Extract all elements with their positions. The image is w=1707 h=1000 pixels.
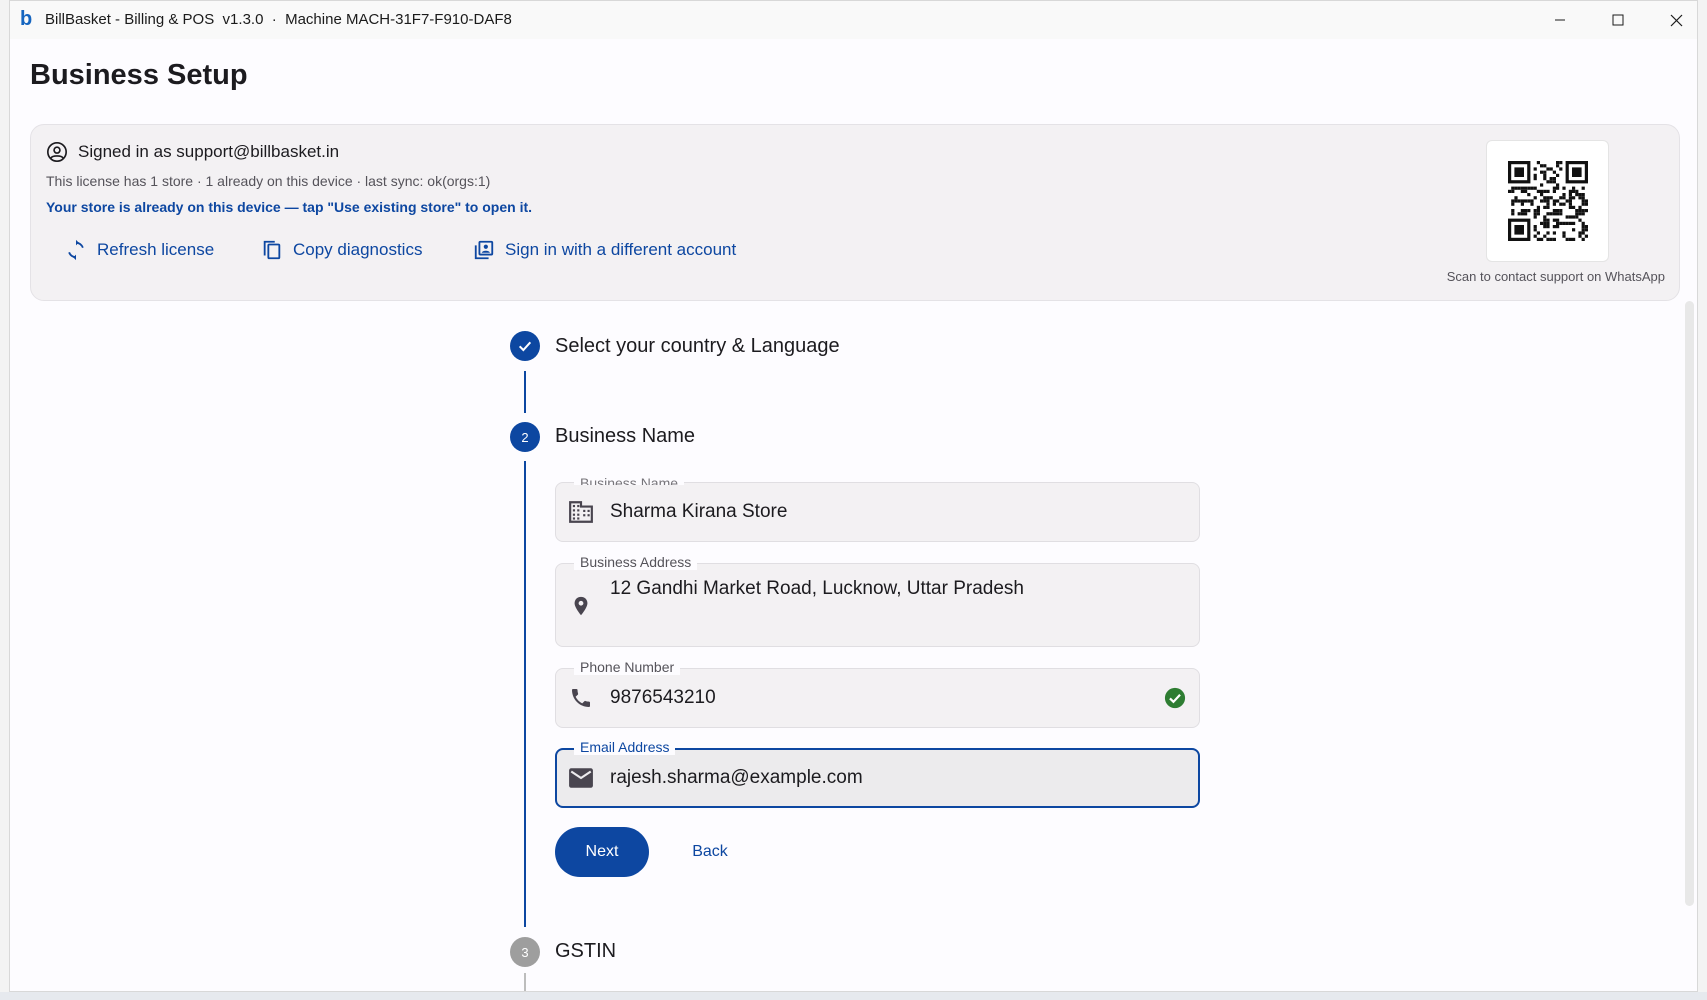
close-icon <box>1670 14 1682 26</box>
business-name-input[interactable] <box>610 501 1170 523</box>
business-address-field[interactable]: Business Address 12 Gandhi Market Road, … <box>555 554 1200 647</box>
business-name-field[interactable]: Business Name <box>555 475 1200 542</box>
location-pin-icon <box>568 593 594 619</box>
phone-number-field[interactable]: Phone Number <box>555 659 1200 728</box>
building-icon <box>568 499 594 525</box>
business-address-label: Business Address <box>574 554 698 570</box>
qr-caption: Scan to contact support on WhatsApp <box>1446 269 1665 284</box>
email-address-label: Email Address <box>574 739 676 755</box>
step-2-title[interactable]: Business Name <box>555 425 695 448</box>
business-address-input[interactable]: 12 Gandhi Market Road, Lucknow, Uttar Pr… <box>610 578 1170 600</box>
switch-account-label: Sign in with a different account <box>505 240 737 259</box>
app-logo-icon: b <box>20 8 33 30</box>
refresh-license-button[interactable]: Refresh license <box>65 233 214 267</box>
back-button[interactable]: Back <box>675 827 745 877</box>
copy-icon <box>263 240 281 260</box>
signed-in-row: Signed in as support@billbasket.in <box>46 141 339 163</box>
window-title: BillBasket - Billing & POS v1.3.0 · Mach… <box>45 11 512 28</box>
app-window: b BillBasket - Billing & POS v1.3.0 · Ma… <box>9 0 1698 992</box>
step-1-done[interactable] <box>510 331 540 361</box>
minimize-button[interactable] <box>1531 1 1589 39</box>
mail-icon <box>568 765 594 791</box>
refresh-icon <box>68 239 84 261</box>
phone-number-label: Phone Number <box>574 659 681 675</box>
page-title: Business Setup <box>30 59 248 91</box>
qr-code-icon <box>1507 161 1588 241</box>
maximize-icon <box>1612 14 1624 26</box>
email-address-input[interactable] <box>610 767 1170 789</box>
step-3-title[interactable]: GSTIN <box>555 940 616 963</box>
refresh-license-label: Refresh license <box>97 240 215 259</box>
step-1-title[interactable]: Select your country & Language <box>555 335 840 358</box>
email-address-field[interactable]: Email Address <box>555 739 1200 808</box>
account-circle-icon <box>47 142 67 162</box>
whatsapp-qr-code <box>1486 140 1609 262</box>
step-connector-1 <box>524 371 526 413</box>
existing-store-notice: Your store is already on this device — t… <box>46 199 533 215</box>
signed-in-text: Signed in as support@billbasket.in <box>78 142 340 161</box>
phone-number-input[interactable] <box>610 687 1170 709</box>
next-button[interactable]: Next <box>555 827 649 877</box>
step-connector-2 <box>524 461 526 927</box>
switch-account-button[interactable]: Sign in with a different account <box>473 233 736 267</box>
copy-diagnostics-button[interactable]: Copy diagnostics <box>261 233 422 267</box>
phone-icon <box>568 685 594 711</box>
switch-account-icon <box>474 240 494 260</box>
license-info: This license has 1 store · 1 already on … <box>46 173 491 189</box>
step-connector-3 <box>524 973 526 991</box>
step-3-pending[interactable]: 3 <box>510 937 540 967</box>
business-name-label: Business Name <box>574 475 685 485</box>
minimize-icon <box>1555 19 1565 21</box>
valid-check-icon <box>1164 687 1186 709</box>
license-card: Signed in as support@billbasket.in This … <box>30 124 1680 301</box>
step-2-active[interactable]: 2 <box>510 422 540 452</box>
scrollbar[interactable] <box>1685 301 1694 906</box>
copy-diagnostics-label: Copy diagnostics <box>293 240 423 259</box>
check-icon <box>518 341 532 352</box>
close-button[interactable] <box>1647 1 1697 39</box>
desktop-background-right <box>1698 0 1707 1000</box>
title-bar: b BillBasket - Billing & POS v1.3.0 · Ma… <box>10 1 1697 39</box>
desktop-background-bottom <box>0 992 1707 1000</box>
desktop-background-left <box>0 0 9 1000</box>
maximize-button[interactable] <box>1589 1 1647 39</box>
